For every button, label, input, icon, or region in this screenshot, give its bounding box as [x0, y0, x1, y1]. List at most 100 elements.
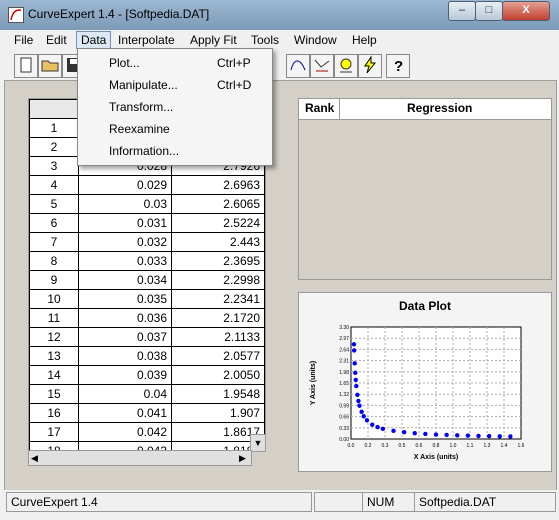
x-tick-label: 1.4: [501, 443, 508, 449]
rank-column-header[interactable]: Rank: [305, 101, 334, 115]
row-number-cell[interactable]: 13: [29, 346, 79, 366]
menu-tools[interactable]: Tools: [247, 32, 283, 48]
regression-column-header[interactable]: Regression: [407, 101, 472, 115]
y-value-cell[interactable]: 2.6065: [171, 194, 265, 214]
menu-transform[interactable]: Transform...: [109, 98, 173, 116]
x-value-cell[interactable]: 0.042: [78, 422, 172, 442]
data-plot-panel[interactable]: Data Plot 0.0 0.2 0.3 0.5 0.6 0.8 1.0 1.1 1.3 1.4…: [298, 292, 552, 472]
y-value-cell[interactable]: 2.443: [171, 232, 265, 252]
y-value-cell[interactable]: 2.2341: [171, 289, 265, 309]
open-folder-icon[interactable]: [38, 54, 62, 78]
new-file-icon[interactable]: [14, 54, 38, 78]
help-icon[interactable]: ?: [386, 54, 410, 78]
x-value-cell[interactable]: 0.037: [78, 327, 172, 347]
row-number-cell[interactable]: 12: [29, 327, 79, 347]
table-row[interactable]: 4 0.029 2.6963: [29, 175, 265, 195]
shortcut-plot: Ctrl+P: [217, 56, 251, 70]
menu-window[interactable]: Window: [290, 32, 341, 48]
row-number-cell[interactable]: 2: [29, 137, 79, 157]
menu-edit[interactable]: Edit: [42, 32, 71, 48]
row-number-cell[interactable]: 10: [29, 289, 79, 309]
menu-reexamine[interactable]: Reexamine: [109, 120, 170, 138]
y-value-cell[interactable]: 2.3695: [171, 251, 265, 271]
draw-icon[interactable]: [334, 54, 358, 78]
x-value-cell[interactable]: 0.032: [78, 232, 172, 252]
data-point: [497, 434, 502, 439]
curve2-icon[interactable]: [310, 54, 334, 78]
data-point: [433, 432, 439, 437]
table-row[interactable]: 8 0.033 2.3695: [29, 251, 265, 271]
menu-plot[interactable]: Plot...: [109, 54, 140, 72]
y-value-cell[interactable]: 2.1133: [171, 327, 265, 347]
y-value-cell[interactable]: 2.0577: [171, 346, 265, 366]
table-row[interactable]: 17 0.042 1.8617: [29, 422, 265, 442]
x-value-cell[interactable]: 0.04: [78, 384, 172, 404]
row-number-cell[interactable]: 14: [29, 365, 79, 385]
close-button[interactable]: X: [502, 1, 550, 21]
row-number-cell[interactable]: 4: [29, 175, 79, 195]
row-number-cell[interactable]: 16: [29, 403, 79, 423]
x-value-cell[interactable]: 0.039: [78, 365, 172, 385]
y-value-cell[interactable]: 2.6963: [171, 175, 265, 195]
x-value-cell[interactable]: 0.03: [78, 194, 172, 214]
scroll-left-icon[interactable]: ◀: [31, 451, 38, 465]
curve-icon[interactable]: [286, 54, 310, 78]
x-value-cell[interactable]: 0.034: [78, 270, 172, 290]
table-row[interactable]: 9 0.034 2.2998: [29, 270, 265, 290]
lightning-icon[interactable]: [358, 54, 382, 78]
data-point: [352, 361, 357, 366]
menu-information[interactable]: Information...: [109, 142, 179, 160]
table-row[interactable]: 7 0.032 2.443: [29, 232, 265, 252]
y-value-cell[interactable]: 2.1720: [171, 308, 265, 328]
x-value-cell[interactable]: 0.035: [78, 289, 172, 309]
horizontal-scrollbar[interactable]: ◀ ▶: [28, 450, 252, 466]
x-value-cell[interactable]: 0.036: [78, 308, 172, 328]
menu-data[interactable]: Data: [76, 31, 112, 49]
menu-interpolate[interactable]: Interpolate: [114, 32, 179, 48]
y-value-cell[interactable]: 2.0050: [171, 365, 265, 385]
row-number-cell[interactable]: 9: [29, 270, 79, 290]
row-number-cell[interactable]: 6: [29, 213, 79, 233]
row-number-cell[interactable]: 17: [29, 422, 79, 442]
menu-file[interactable]: File: [10, 32, 37, 48]
minimize-button[interactable]: –: [448, 1, 476, 21]
x-value-cell[interactable]: 0.031: [78, 213, 172, 233]
table-row[interactable]: 11 0.036 2.1720: [29, 308, 265, 328]
y-value-cell[interactable]: 2.2998: [171, 270, 265, 290]
data-point: [486, 433, 492, 439]
y-tick-label: 1.98: [339, 370, 349, 376]
table-row[interactable]: 14 0.039 2.0050: [29, 365, 265, 385]
row-number-cell[interactable]: 8: [29, 251, 79, 271]
table-row[interactable]: 13 0.038 2.0577: [29, 346, 265, 366]
data-point: [423, 431, 428, 437]
x-value-cell[interactable]: 0.038: [78, 346, 172, 366]
row-number-cell[interactable]: 5: [29, 194, 79, 214]
window-title: CurveExpert 1.4 - [Softpedia.DAT]: [28, 7, 210, 21]
row-number-cell[interactable]: 1: [29, 118, 79, 138]
data-point: [357, 403, 362, 408]
y-value-cell[interactable]: 1.9548: [171, 384, 265, 404]
table-row[interactable]: 15 0.04 1.9548: [29, 384, 265, 404]
menu-apply-fit[interactable]: Apply Fit: [186, 32, 241, 48]
row-number-cell[interactable]: 15: [29, 384, 79, 404]
table-row[interactable]: 10 0.035 2.2341: [29, 289, 265, 309]
table-row[interactable]: 5 0.03 2.6065: [29, 194, 265, 214]
x-value-cell[interactable]: 0.041: [78, 403, 172, 423]
row-number-cell[interactable]: 11: [29, 308, 79, 328]
scroll-down-button[interactable]: ▼: [250, 434, 266, 452]
table-row[interactable]: 6 0.031 2.5224: [29, 213, 265, 233]
y-value-cell[interactable]: 2.5224: [171, 213, 265, 233]
table-row[interactable]: 16 0.041 1.907: [29, 403, 265, 423]
menu-help[interactable]: Help: [348, 32, 381, 48]
row-number-cell[interactable]: 3: [29, 156, 79, 176]
title-bar[interactable]: CurveExpert 1.4 - [Softpedia.DAT] – □ X: [0, 0, 559, 30]
menu-manipulate[interactable]: Manipulate...: [109, 76, 178, 94]
x-value-cell[interactable]: 0.033: [78, 251, 172, 271]
scroll-right-icon[interactable]: ▶: [239, 451, 246, 465]
x-value-cell[interactable]: 0.029: [78, 175, 172, 195]
table-row[interactable]: 12 0.037 2.1133: [29, 327, 265, 347]
row-number-cell[interactable]: 7: [29, 232, 79, 252]
x-tick-label: 0.0: [348, 443, 355, 449]
restore-button[interactable]: □: [475, 1, 503, 21]
y-value-cell[interactable]: 1.907: [171, 403, 265, 423]
